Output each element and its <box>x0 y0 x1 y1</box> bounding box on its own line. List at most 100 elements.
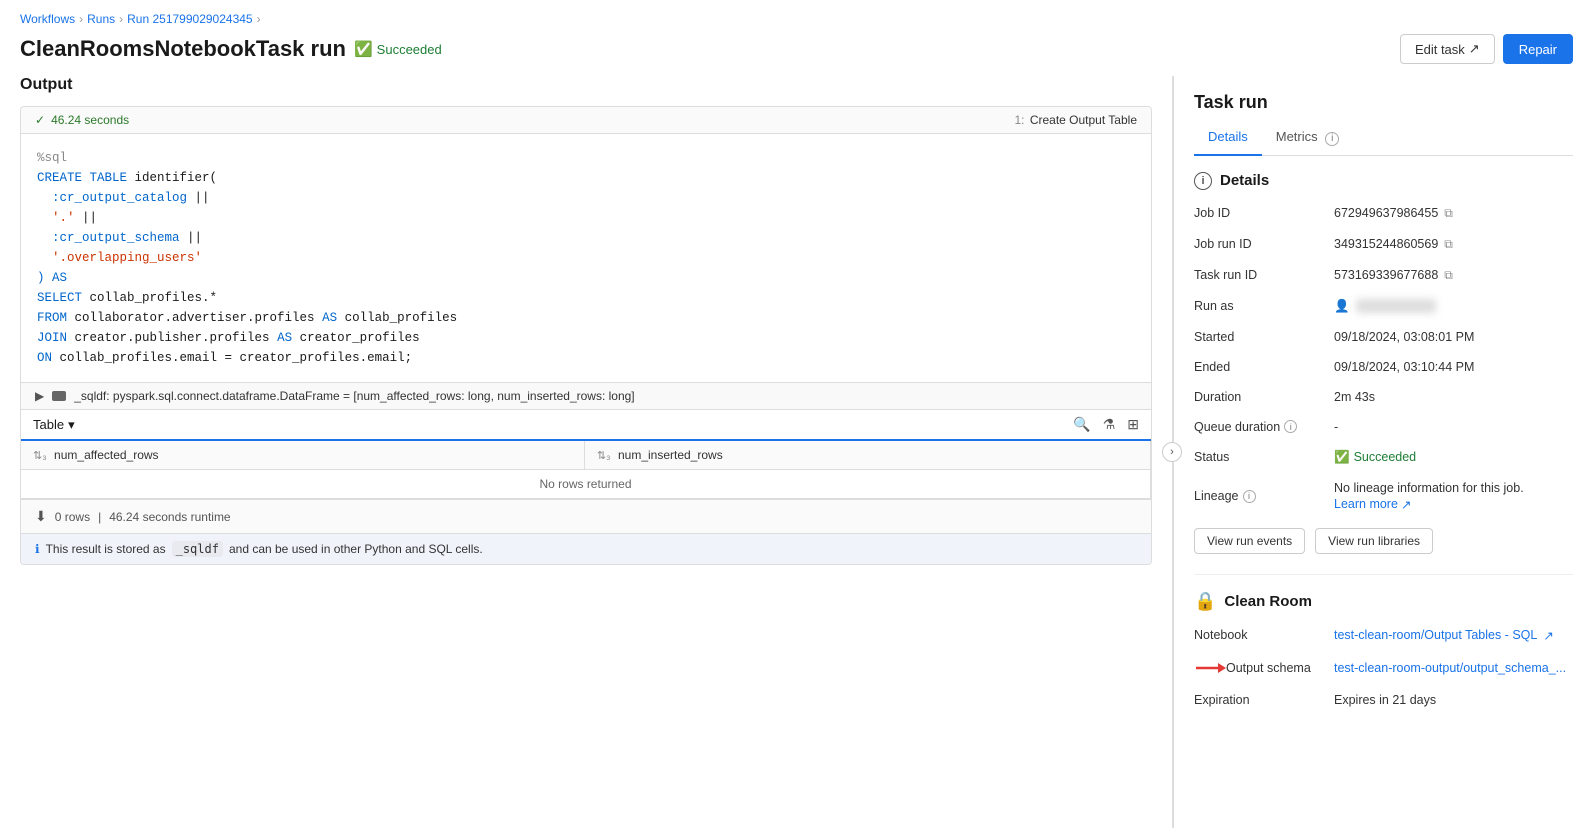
col1-label: num_affected_rows <box>54 448 159 462</box>
queue-duration-info-icon[interactable]: i <box>1284 420 1297 433</box>
code-line-4: '.' || <box>37 208 1135 228</box>
details-title: Details <box>1220 172 1269 189</box>
col-type-icon-2: ⇅₃ <box>597 450 611 462</box>
expand-arrow-icon: ▶ <box>35 389 44 403</box>
clean-room-section: 🔒 Clean Room Notebook test-clean-room/Ou… <box>1194 574 1573 711</box>
copy-job-run-id-icon[interactable]: ⧉ <box>1444 237 1453 252</box>
code-line-8: SELECT collab_profiles.* <box>37 288 1135 308</box>
col2-label: num_inserted_rows <box>618 448 723 462</box>
view-run-libraries-button[interactable]: View run libraries <box>1315 528 1433 554</box>
duration-value: 2m 43s <box>1334 386 1573 408</box>
info-text-before: This result is stored as <box>46 542 166 556</box>
chevron-down-icon: ▾ <box>68 417 75 433</box>
filter-icon[interactable]: ⚗ <box>1103 416 1116 433</box>
ended-value: 09/18/2024, 03:10:44 PM <box>1334 356 1573 378</box>
external-link-icon-learn-more: ↗ <box>1401 497 1411 512</box>
status-label: Status <box>1194 446 1334 469</box>
repair-button[interactable]: Repair <box>1503 34 1573 64</box>
table-label: Table <box>33 417 64 432</box>
task-run-title: Task run <box>1194 92 1573 113</box>
arrow-row: Output schema <box>1194 659 1311 677</box>
data-table: ⇅₃ num_affected_rows ⇅₃ num_inserted_row… <box>21 439 1151 499</box>
ended-label: Ended <box>1194 356 1334 378</box>
details-info-circle-icon: i <box>1194 172 1212 190</box>
page-title-row: CleanRoomsNotebookTask run ✅ Succeeded E… <box>0 30 1593 76</box>
task-run-id-label: Task run ID <box>1194 264 1334 287</box>
collapse-panel-button[interactable]: › <box>1162 442 1182 462</box>
run-buttons-row: View run events View run libraries <box>1194 528 1573 554</box>
copy-task-run-id-icon[interactable]: ⧉ <box>1444 268 1453 283</box>
external-link-icon: ↗ <box>1469 41 1480 57</box>
run-as-blurred <box>1356 299 1436 313</box>
job-id-value: 672949637986455 ⧉ <box>1334 202 1573 225</box>
view-run-events-button[interactable]: View run events <box>1194 528 1305 554</box>
details-grid: Job ID 672949637986455 ⧉ Job run ID 3493… <box>1194 202 1573 516</box>
sqldf-label: _sqldf: pyspark.sql.connect.dataframe.Da… <box>74 389 634 403</box>
edit-task-button[interactable]: Edit task ↗ <box>1400 34 1495 64</box>
duration-label: Duration <box>1194 386 1334 408</box>
expiration-value: Expires in 21 days <box>1334 689 1573 711</box>
expiration-label: Expiration <box>1194 689 1334 711</box>
sqldf-row[interactable]: ▶ _sqldf: pyspark.sql.connect.dataframe.… <box>21 382 1151 409</box>
tab-metrics[interactable]: Metrics i <box>1262 123 1354 156</box>
code-block: %sql CREATE TABLE identifier( :cr_output… <box>21 134 1151 382</box>
learn-more-link[interactable]: Learn more ↗ <box>1334 497 1411 512</box>
output-schema-value[interactable]: test-clean-room-output/output_schema_... <box>1334 655 1573 681</box>
status-text: Succeeded <box>377 42 442 57</box>
job-run-id-value: 349315244860569 ⧉ <box>1334 233 1573 256</box>
clean-room-icon: 🔒 <box>1194 591 1216 612</box>
notebook-value[interactable]: test-clean-room/Output Tables - SQL ↗ <box>1334 624 1573 647</box>
page-title-text: CleanRoomsNotebookTask run <box>20 36 346 62</box>
code-line-5: :cr_output_schema || <box>37 228 1135 248</box>
run-as-value: 👤 <box>1334 295 1573 318</box>
red-arrow-icon <box>1194 659 1226 677</box>
queue-duration-value: - <box>1334 416 1573 438</box>
rows-count: 0 rows <box>55 510 90 524</box>
lineage-value: No lineage information for this job. Lea… <box>1334 477 1573 516</box>
breadcrumb-workflows[interactable]: Workflows <box>20 12 75 26</box>
edit-task-label: Edit task <box>1415 42 1465 57</box>
tab-metrics-label: Metrics <box>1276 129 1318 144</box>
code-line-9: FROM collaborator.advertiser.profiles AS… <box>37 308 1135 328</box>
columns-icon[interactable]: ⊞ <box>1127 416 1139 433</box>
code-line-7: ) AS <box>37 268 1135 288</box>
table-toolbar: Table ▾ 🔍 ⚗ ⊞ <box>21 409 1151 439</box>
code-line-1: %sql <box>37 148 1135 168</box>
table-icons: 🔍 ⚗ ⊞ <box>1073 416 1139 433</box>
main-layout: Output ✓ 46.24 seconds 1: Create Output … <box>0 76 1593 828</box>
breadcrumb-run-id[interactable]: Run 251799029024345 <box>127 12 252 26</box>
table-container: ⇅₃ num_affected_rows ⇅₃ num_inserted_row… <box>21 439 1151 499</box>
clean-room-title: Clean Room <box>1224 593 1312 610</box>
cell-header-right: 1: Create Output Table <box>1014 113 1137 127</box>
lineage-info-icon[interactable]: i <box>1243 490 1256 503</box>
info-bar: ℹ This result is stored as _sqldf and ca… <box>21 533 1151 564</box>
run-as-label: Run as <box>1194 295 1334 318</box>
left-panel: Output ✓ 46.24 seconds 1: Create Output … <box>0 76 1172 828</box>
panel-divider[interactable]: › <box>1172 76 1173 828</box>
col-num-inserted-rows: ⇅₃ num_inserted_rows <box>584 440 1150 470</box>
clean-room-header: 🔒 Clean Room <box>1194 591 1573 612</box>
clean-room-details-grid: Notebook test-clean-room/Output Tables -… <box>1194 624 1573 711</box>
table-dropdown[interactable]: Table ▾ <box>33 417 75 433</box>
info-icon: ℹ <box>35 542 40 556</box>
output-section-title: Output <box>20 76 1152 94</box>
footer-separator: | <box>98 510 101 524</box>
info-text-after: and can be used in other Python and SQL … <box>229 542 483 556</box>
download-icon[interactable]: ⬇ <box>35 508 47 525</box>
code-line-2: CREATE TABLE identifier( <box>37 168 1135 188</box>
cell-runtime: 46.24 seconds <box>51 113 129 127</box>
user-icon: 👤 <box>1334 299 1350 314</box>
tab-details[interactable]: Details <box>1194 123 1262 156</box>
code-line-10: JOIN creator.publisher.profiles AS creat… <box>37 328 1135 348</box>
metrics-info-icon[interactable]: i <box>1325 132 1339 146</box>
copy-job-id-icon[interactable]: ⧉ <box>1444 206 1453 221</box>
right-panel: Task run Details Metrics i i Details Job… <box>1173 76 1593 828</box>
no-rows-message: No rows returned <box>21 470 1151 499</box>
tabs: Details Metrics i <box>1194 123 1573 156</box>
code-line-6: '.overlapping_users' <box>37 248 1135 268</box>
cell-step-name: Create Output Table <box>1030 113 1137 127</box>
search-icon[interactable]: 🔍 <box>1073 416 1090 433</box>
breadcrumb-runs[interactable]: Runs <box>87 12 115 26</box>
cell-header: ✓ 46.24 seconds 1: Create Output Table <box>21 107 1151 134</box>
db-icon <box>52 391 66 401</box>
